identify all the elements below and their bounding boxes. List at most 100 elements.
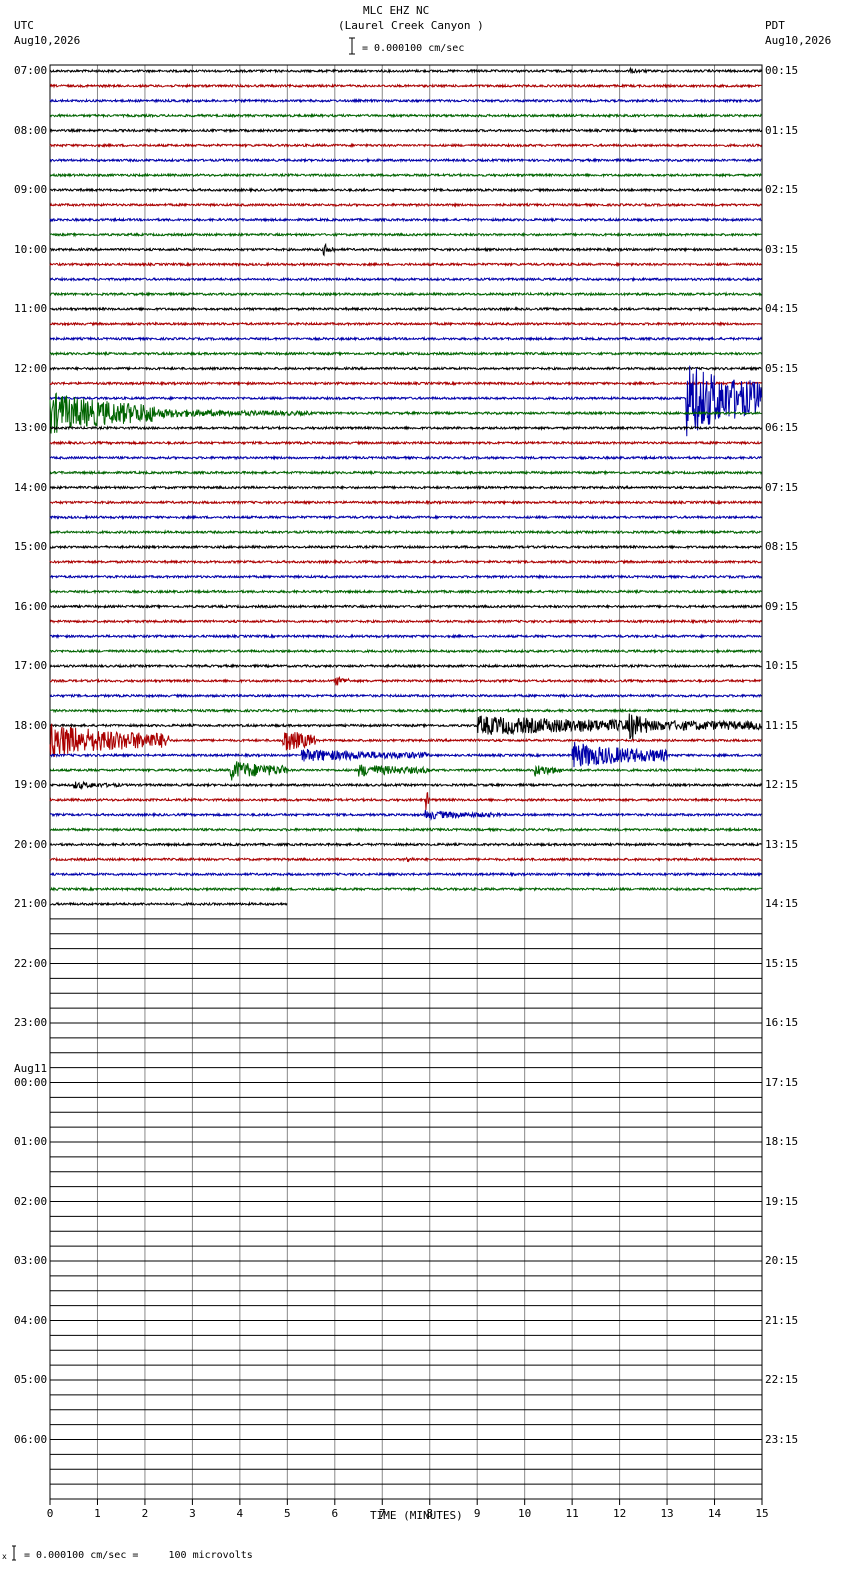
left-hour-label: 03:00 [14,1254,48,1267]
trace-line [49,127,762,134]
left-timezone: UTC [14,19,34,32]
right-hour-label: 01:15 [765,123,799,137]
trace-line [49,172,762,178]
trace-line [49,742,762,768]
trace-line [49,187,762,194]
left-hour-label: 18:00 [14,718,48,732]
x-tick-label: 5 [284,1507,291,1520]
station-title: MLC EHZ NC [363,4,430,17]
trace-line [49,291,762,297]
trace-line [49,603,762,610]
trace-line [49,142,762,149]
trace-line [49,380,762,387]
left-hour-label: 19:00 [14,778,48,791]
trace-line [49,365,762,437]
trace-line [49,97,762,104]
left-hour-label: 04:00 [14,1313,48,1327]
left-date-change-label: Aug11 [14,1061,48,1075]
trace-line [49,633,762,640]
left-hour-label: 21:00 [14,897,48,910]
trace-line [49,424,762,431]
right-hour-label: 09:15 [765,599,799,613]
right-hour-label: 07:15 [765,480,799,494]
station-location: (Laurel Creek Canyon ) [338,19,484,32]
footer-prefix: x [2,1552,7,1561]
left-hour-label: 10:00 [14,242,48,256]
left-hour-label: 05:00 [14,1373,48,1386]
right-hour-label: 03:15 [765,242,799,256]
trace-line [49,83,762,89]
trace-line [49,761,762,781]
trace-line [49,558,762,565]
left-hour-label: 01:00 [14,1135,48,1148]
x-tick-label: 12 [613,1507,626,1520]
trace-line [49,588,762,595]
trace-line [49,841,762,848]
right-hour-label: 22:15 [765,1373,799,1386]
x-tick-label: 10 [518,1507,531,1520]
trace-line [49,320,762,327]
trace-line [49,809,762,821]
trace-line [49,157,762,164]
trace-line [49,514,762,521]
trace-line [50,201,762,208]
trace-line [49,261,762,268]
trace-line [49,901,288,907]
right-hour-label: 00:15 [765,64,799,77]
right-hour-label: 15:15 [765,956,799,970]
trace-line [49,242,762,257]
left-hour-label: 12:00 [14,361,48,375]
trace-line [49,693,762,699]
right-hour-label: 12:15 [765,778,799,791]
right-hour-label: 13:15 [765,837,799,851]
trace-line [49,306,762,312]
right-hour-label: 14:15 [765,897,799,910]
right-hour-label: 23:15 [765,1432,799,1446]
trace-line [49,484,762,491]
x-axis-label: TIME (MINUTES) [370,1509,463,1522]
trace-line [49,454,762,461]
left-hour-label: 15:00 [14,540,48,553]
right-hour-label: 20:15 [765,1254,799,1267]
right-hour-label: 17:15 [765,1075,799,1089]
left-hour-label: 00:00 [14,1075,48,1089]
right-hour-label: 05:15 [765,361,799,375]
x-tick-label: 1 [94,1507,101,1520]
trace-line [49,663,762,669]
x-tick-label: 14 [708,1507,722,1520]
right-hour-label: 06:15 [765,421,799,434]
trace-line [49,707,762,714]
left-hour-label: 02:00 [14,1194,48,1208]
right-hour-label: 04:15 [765,302,799,315]
left-date: Aug10,2026 [14,34,81,47]
x-tick-label: 3 [189,1507,196,1520]
seismogram-chart: 0 1 2 3 4 5 6 7 8 9 10 11 12 13 14 15 [12,37,769,1561]
scale-label: = 0.000100 cm/sec [362,43,465,54]
trace-line [49,66,762,75]
trace-line [49,791,762,811]
left-hour-label: 08:00 [14,123,48,137]
footer-scale-note: = 0.000100 cm/sec = 100 microvolts [24,1550,253,1561]
left-hour-label: 20:00 [14,837,48,851]
trace-line [49,871,762,878]
right-hour-label: 11:15 [765,718,799,732]
trace-line [49,499,762,506]
trace-line [49,216,762,223]
left-hour-label: 11:00 [14,302,48,315]
trace-line [49,335,762,342]
x-tick-label: 15 [755,1507,768,1520]
right-hour-label: 18:15 [765,1135,799,1148]
left-hour-label: 16:00 [14,599,48,613]
left-hour-label: 22:00 [14,956,48,970]
trace-line [49,648,762,655]
right-date: Aug10,2026 [765,34,832,47]
left-hour-label: 13:00 [14,421,48,434]
right-hour-label: 16:15 [765,1016,799,1029]
trace-line [49,573,762,580]
trace-line [49,886,762,892]
trace-line [49,826,762,833]
right-hour-label: 02:15 [765,183,799,196]
x-tick-label: 2 [142,1507,149,1520]
left-hour-label: 07:00 [14,64,48,77]
left-hour-label: 17:00 [14,659,48,672]
